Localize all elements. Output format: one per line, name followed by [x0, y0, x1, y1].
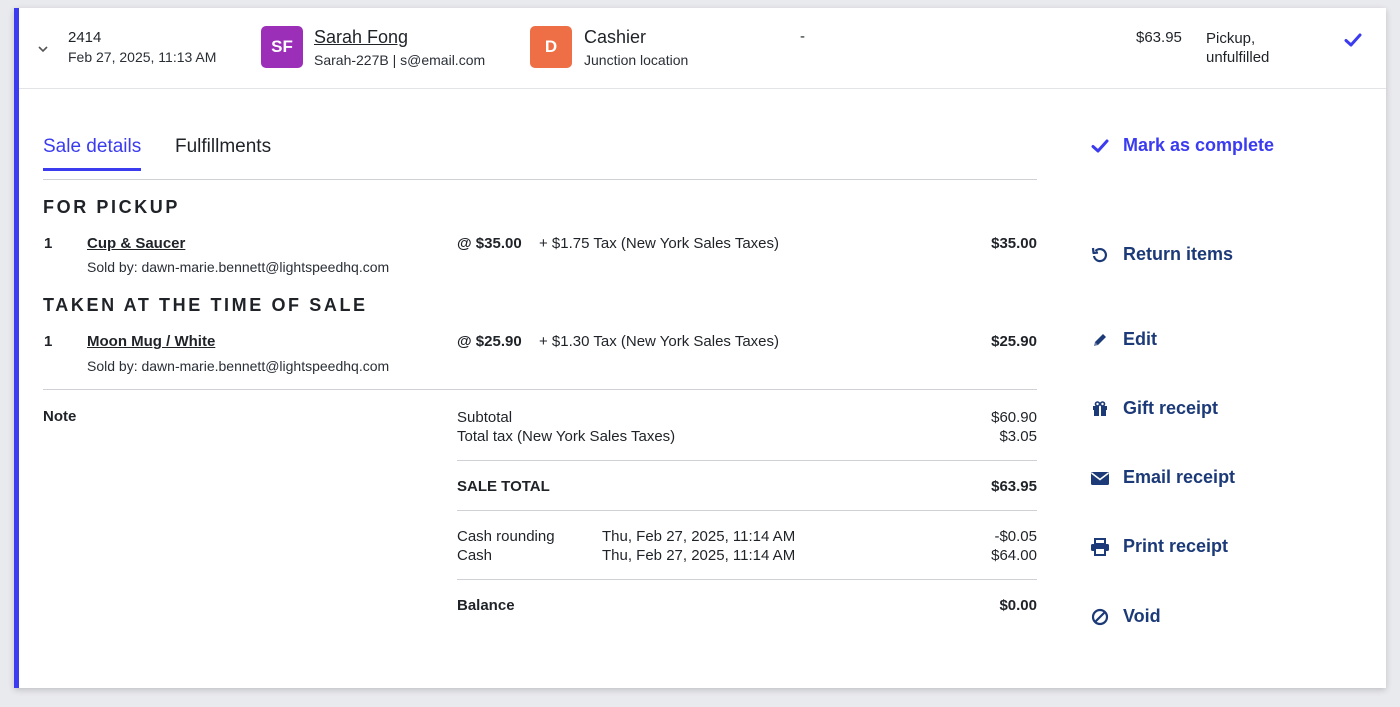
customer-avatar: SF	[261, 26, 303, 68]
return-items-button[interactable]: Return items	[1090, 244, 1233, 265]
item-line-total: $25.90	[991, 333, 1037, 350]
total-tax-value: $3.05	[999, 428, 1037, 445]
balance-label: Balance	[457, 597, 515, 614]
undo-icon	[1090, 245, 1110, 265]
payment-date: Thu, Feb 27, 2025, 11:14 AM	[602, 547, 796, 564]
customer-name-link[interactable]: Sarah Fong	[314, 27, 408, 48]
empty-field: -	[800, 28, 805, 45]
print-receipt-button[interactable]: Print receipt	[1090, 536, 1228, 557]
subtotal-label: Subtotal	[457, 409, 513, 426]
section-title-for-pickup: FOR PICKUP	[43, 197, 181, 217]
subtotal-value: $60.90	[991, 409, 1037, 426]
item-line-total: $35.00	[991, 235, 1037, 252]
totals-divider	[457, 460, 1037, 461]
item-quantity: 1	[44, 333, 53, 350]
item-name-link[interactable]: Cup & Saucer	[87, 235, 185, 252]
item-tax: + $1.75 Tax (New York Sales Taxes)	[539, 235, 779, 252]
balance-divider	[457, 579, 1037, 580]
gift-icon	[1090, 399, 1110, 419]
tab-sale-details[interactable]: Sale details	[43, 136, 142, 171]
return-items-label: Return items	[1123, 244, 1234, 264]
item-tax: + $1.30 Tax (New York Sales Taxes)	[539, 333, 779, 350]
item-quantity: 1	[44, 235, 53, 252]
item-sold-by: Sold by: dawn-marie.bennett@lightspeedhq…	[87, 259, 390, 275]
payment-amount: $64.00	[991, 547, 1037, 564]
print-receipt-label: Print receipt	[1123, 536, 1229, 556]
payment-label: Cash	[457, 547, 493, 564]
selected-accent-bar	[14, 8, 19, 688]
payment-date: Thu, Feb 27, 2025, 11:14 AM	[602, 528, 796, 545]
items-divider	[43, 389, 1037, 390]
mark-complete-button[interactable]: Mark as complete	[1090, 135, 1274, 156]
item-unit-price: @ $25.90	[457, 333, 522, 350]
ban-icon	[1090, 607, 1110, 627]
section-title-taken-at-sale: TAKEN AT THE TIME OF SALE	[43, 295, 368, 315]
cashier-location: Junction location	[584, 52, 689, 68]
edit-button[interactable]: Edit	[1090, 329, 1157, 350]
cashier-name: Cashier	[584, 27, 647, 47]
payments-divider	[457, 510, 1037, 511]
total-tax-label: Total tax (New York Sales Taxes)	[457, 428, 676, 445]
sale-total-value: $63.95	[991, 478, 1037, 495]
void-label: Void	[1123, 606, 1161, 626]
sale-row-header[interactable]: 2414 Feb 27, 2025, 11:13 AM SF Sarah Fon…	[19, 8, 1386, 89]
email-receipt-label: Email receipt	[1123, 467, 1236, 487]
check-icon	[1344, 33, 1362, 47]
item-unit-price: @ $35.00	[457, 235, 522, 252]
tab-fulfillments[interactable]: Fulfillments	[175, 136, 271, 168]
sale-total-summary: $63.95	[1136, 29, 1182, 46]
payment-label: Cash rounding	[457, 528, 555, 545]
chevron-down-icon[interactable]	[36, 42, 50, 56]
sale-id: 2414	[68, 29, 102, 46]
item-name-link[interactable]: Moon Mug / White	[87, 333, 215, 350]
envelope-icon	[1090, 468, 1110, 488]
balance-value: $0.00	[999, 597, 1037, 614]
fulfillment-status: Pickup, unfulfilled	[1206, 30, 1270, 66]
payment-amount: -$0.05	[994, 528, 1037, 545]
check-icon	[1090, 136, 1110, 156]
sale-date: Feb 27, 2025, 11:13 AM	[68, 49, 217, 65]
note-label: Note	[43, 408, 77, 425]
detail-tabs: Sale details Fulfillments	[43, 128, 1037, 180]
gift-receipt-label: Gift receipt	[1123, 398, 1219, 418]
email-receipt-button[interactable]: Email receipt	[1090, 467, 1235, 488]
sale-total-label: SALE TOTAL	[457, 478, 550, 495]
customer-details: Sarah-227B | s@email.com	[314, 52, 486, 68]
mark-complete-label: Mark as complete	[1123, 135, 1275, 155]
cashier-avatar: D	[530, 26, 572, 68]
printer-icon	[1090, 537, 1110, 557]
void-button[interactable]: Void	[1090, 606, 1161, 627]
gift-receipt-button[interactable]: Gift receipt	[1090, 398, 1218, 419]
edit-label: Edit	[1123, 329, 1157, 349]
pencil-icon	[1090, 330, 1110, 350]
sale-card: 2414 Feb 27, 2025, 11:13 AM SF Sarah Fon…	[14, 8, 1386, 688]
item-sold-by: Sold by: dawn-marie.bennett@lightspeedhq…	[87, 358, 390, 374]
